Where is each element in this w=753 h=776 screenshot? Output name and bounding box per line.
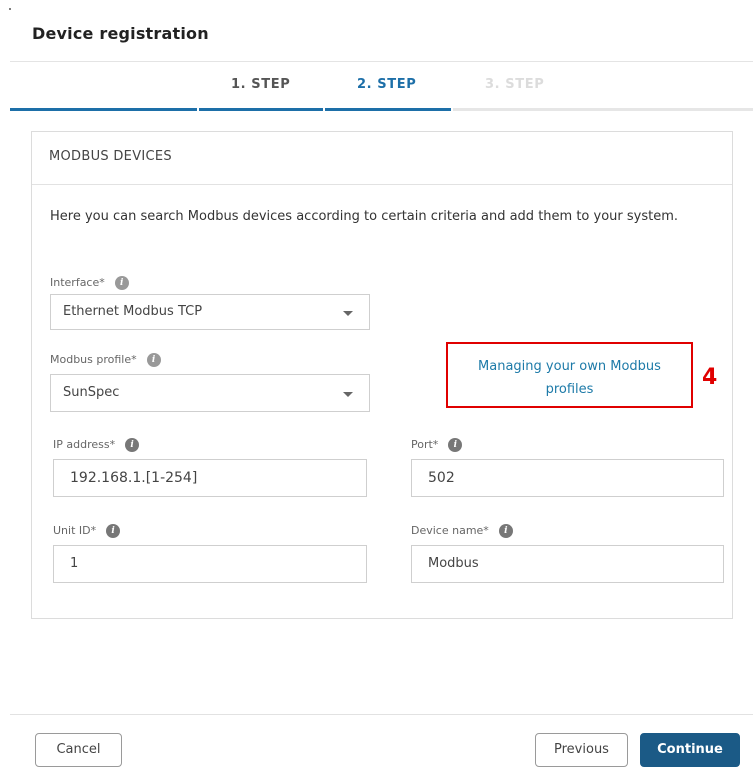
ip-address-input[interactable]: 192.168.1.[1-254] bbox=[53, 459, 367, 497]
modbus-profile-label: Modbus profile* i bbox=[50, 353, 161, 367]
step-3-label: 3. STEP bbox=[485, 77, 545, 92]
interface-label-text: Interface* bbox=[50, 276, 105, 289]
info-icon[interactable]: i bbox=[498, 524, 513, 538]
continue-button[interactable]: Continue bbox=[640, 733, 740, 767]
step-indicator: 1. STEP 2. STEP 3. STEP bbox=[10, 62, 753, 112]
info-icon[interactable]: i bbox=[125, 438, 140, 452]
port-value: 502 bbox=[428, 470, 455, 486]
modbus-profile-select[interactable]: SunSpec bbox=[50, 374, 370, 412]
panel-header: MODBUS DEVICES bbox=[32, 132, 732, 185]
unit-id-label: Unit ID* i bbox=[53, 524, 121, 538]
interface-select-value: Ethernet Modbus TCP bbox=[63, 304, 203, 319]
device-name-value: Modbus bbox=[428, 556, 479, 571]
footer-divider bbox=[10, 714, 753, 715]
panel-title: MODBUS DEVICES bbox=[49, 149, 172, 164]
info-icon[interactable]: i bbox=[448, 438, 463, 452]
unit-id-label-text: Unit ID* bbox=[53, 524, 97, 537]
modbus-profile-select-value: SunSpec bbox=[63, 385, 120, 400]
corner-dot bbox=[9, 8, 11, 10]
port-label: Port* i bbox=[411, 438, 463, 452]
manage-profiles-link-line-1: Managing your own Modbus bbox=[478, 359, 661, 374]
manage-modbus-profiles-link[interactable]: Managing your own Modbus profiles bbox=[448, 355, 691, 401]
chevron-down-icon bbox=[343, 311, 353, 316]
dialog-title: Device registration bbox=[32, 24, 209, 43]
step-1-label: 1. STEP bbox=[231, 77, 291, 92]
step-progress-remaining bbox=[453, 108, 753, 111]
chevron-down-icon bbox=[343, 392, 353, 397]
modbus-profile-label-text: Modbus profile* bbox=[50, 353, 137, 366]
device-name-label: Device name* i bbox=[411, 524, 513, 538]
interface-label: Interface* i bbox=[50, 276, 129, 290]
info-icon[interactable]: i bbox=[114, 276, 129, 290]
device-name-label-text: Device name* bbox=[411, 524, 489, 537]
manage-profiles-link-line-2: profiles bbox=[545, 382, 594, 397]
ip-address-label: IP address* i bbox=[53, 438, 140, 452]
port-input[interactable]: 502 bbox=[411, 459, 724, 497]
step-2-label: 2. STEP bbox=[357, 77, 417, 92]
intro-text: Here you can search Modbus devices accor… bbox=[50, 209, 678, 224]
ip-address-label-text: IP address* bbox=[53, 438, 116, 451]
info-icon[interactable]: i bbox=[106, 524, 121, 538]
ip-address-value: 192.168.1.[1-254] bbox=[70, 470, 198, 486]
callout-number: 4 bbox=[702, 365, 718, 390]
previous-button[interactable]: Previous bbox=[535, 733, 628, 767]
cancel-button[interactable]: Cancel bbox=[35, 733, 122, 767]
callout-highlight-box: Managing your own Modbus profiles bbox=[446, 342, 693, 408]
step-progress-1 bbox=[10, 108, 197, 111]
interface-select[interactable]: Ethernet Modbus TCP bbox=[50, 294, 370, 330]
unit-id-input[interactable]: 1 bbox=[53, 545, 367, 583]
info-icon[interactable]: i bbox=[146, 353, 161, 367]
step-progress-3 bbox=[325, 108, 451, 111]
step-progress-2 bbox=[199, 108, 323, 111]
port-label-text: Port* bbox=[411, 438, 439, 451]
unit-id-value: 1 bbox=[70, 556, 79, 571]
device-name-input[interactable]: Modbus bbox=[411, 545, 724, 583]
